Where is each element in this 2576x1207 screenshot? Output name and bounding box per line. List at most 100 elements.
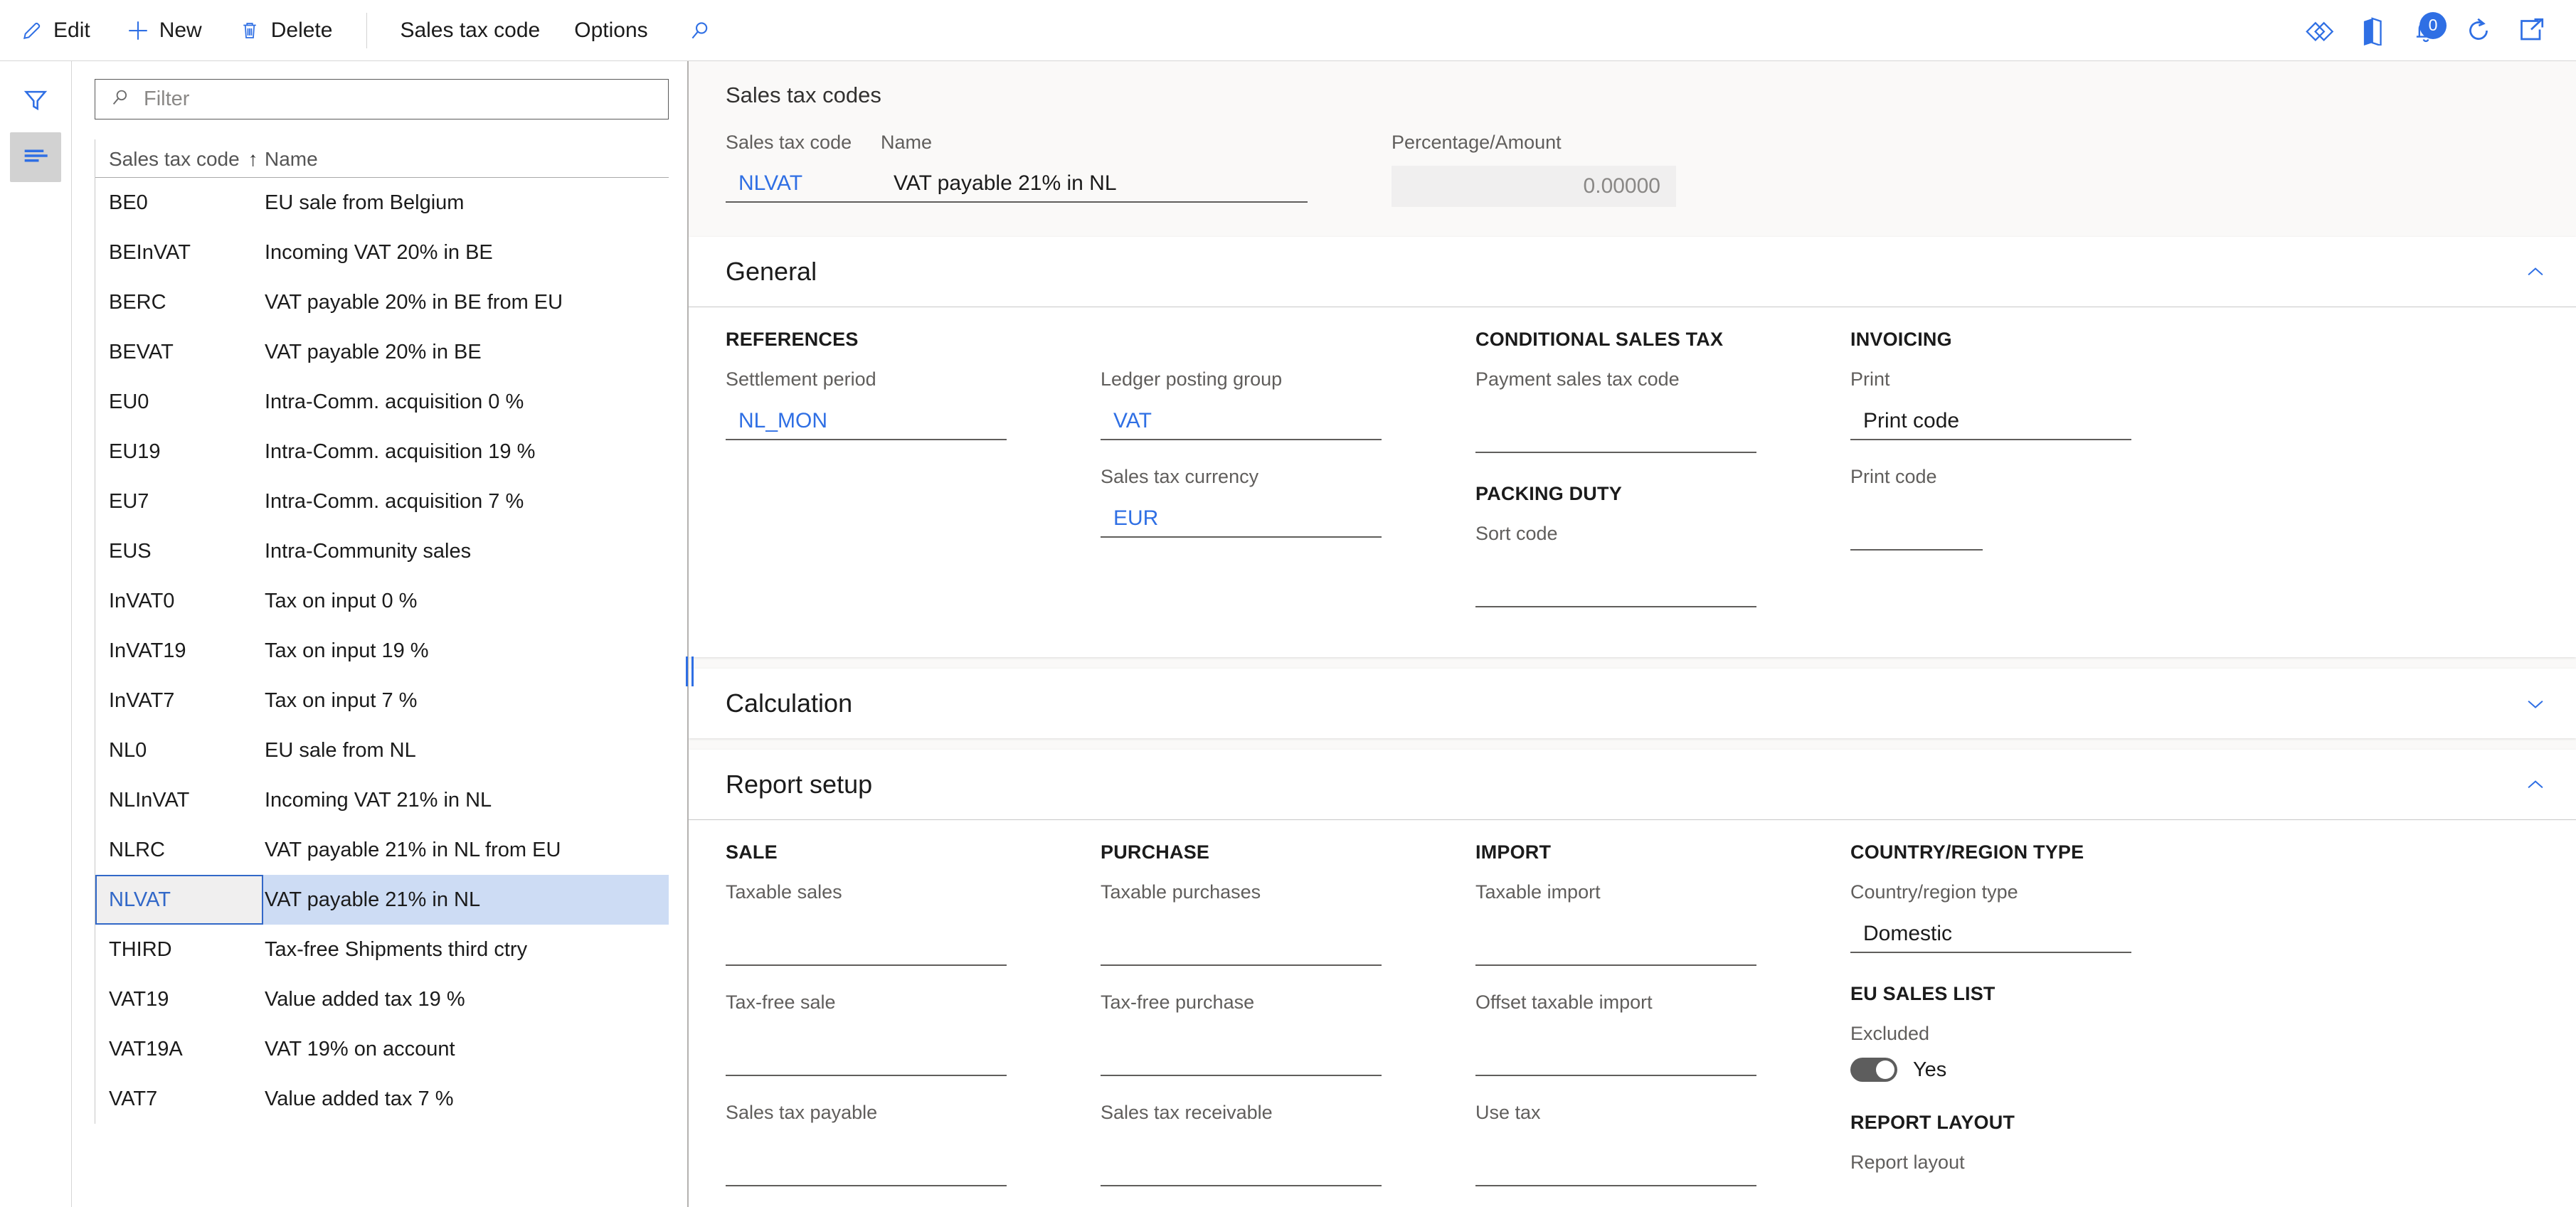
column-header-sales-tax-code[interactable]: Sales tax code ↑ — [95, 148, 263, 171]
field-value[interactable] — [1475, 570, 1756, 607]
field-value[interactable]: EUR — [1101, 501, 1382, 538]
cell-sales-tax-code[interactable]: VAT19A — [95, 1038, 263, 1061]
table-row[interactable]: BE0 EU sale from Belgium — [95, 178, 669, 228]
table-row[interactable]: BERC VAT payable 20% in BE from EU — [95, 277, 669, 327]
rail-list-button[interactable] — [10, 132, 61, 182]
field-value[interactable]: VAT — [1101, 403, 1382, 440]
fasttab-header[interactable]: General — [689, 237, 2576, 307]
new-button[interactable]: New — [110, 9, 218, 53]
book-icon[interactable] — [2347, 8, 2400, 53]
cell-sales-tax-code[interactable]: EUS — [95, 540, 263, 563]
field-value[interactable] — [1475, 1149, 1756, 1186]
cell-name[interactable]: VAT payable 21% in NL — [263, 888, 480, 912]
cell-sales-tax-code[interactable]: BE0 — [95, 191, 263, 215]
table-row[interactable]: NLInVAT Incoming VAT 21% in NL — [95, 775, 669, 825]
table-row[interactable]: InVAT19 Tax on input 19 % — [95, 626, 669, 676]
table-row[interactable]: EU0 Intra-Comm. acquisition 0 % — [95, 377, 669, 427]
field-value[interactable] — [1475, 929, 1756, 966]
field-value[interactable] — [1101, 929, 1382, 966]
cell-sales-tax-code[interactable]: EU19 — [95, 440, 263, 464]
cell-sales-tax-code[interactable]: BEInVAT — [95, 241, 263, 265]
table-row[interactable]: NLVAT VAT payable 21% in NL — [95, 875, 669, 925]
cell-sales-tax-code[interactable]: EU0 — [95, 390, 263, 414]
cell-name[interactable]: Tax on input 7 % — [263, 689, 417, 713]
table-row[interactable]: THIRD Tax-free Shipments third ctry — [95, 925, 669, 974]
field-value[interactable]: NL_MON — [726, 403, 1007, 440]
refresh-icon[interactable] — [2452, 8, 2505, 53]
cell-name[interactable]: Intra-Comm. acquisition 0 % — [263, 390, 524, 414]
cell-name[interactable]: Incoming VAT 20% in BE — [263, 241, 493, 265]
cell-name[interactable]: Incoming VAT 21% in NL — [263, 789, 492, 812]
field-value[interactable] — [726, 1039, 1007, 1076]
cell-sales-tax-code[interactable]: NLRC — [95, 839, 263, 862]
field-value[interactable] — [726, 1149, 1007, 1186]
excluded-toggle[interactable] — [1850, 1058, 1897, 1082]
field-value[interactable]: Print code — [1850, 403, 2131, 440]
table-row[interactable]: VAT19 Value added tax 19 % — [95, 974, 669, 1024]
cell-sales-tax-code[interactable]: VAT7 — [95, 1088, 263, 1111]
filter-input[interactable]: Filter — [95, 79, 669, 119]
menu-options[interactable]: Options — [557, 9, 664, 53]
fasttab-header[interactable]: Report setup — [689, 750, 2576, 819]
cell-name[interactable]: Intra-Comm. acquisition 7 % — [263, 490, 524, 514]
cell-name[interactable]: Tax-free Shipments third ctry — [263, 938, 527, 962]
cell-sales-tax-code[interactable]: InVAT19 — [95, 639, 263, 663]
field-value[interactable] — [1475, 1039, 1756, 1076]
cell-name[interactable]: VAT payable 20% in BE — [263, 341, 482, 364]
cell-name[interactable]: VAT payable 20% in BE from EU — [263, 291, 563, 314]
cell-name[interactable]: EU sale from Belgium — [263, 191, 464, 215]
table-row[interactable]: NL0 EU sale from NL — [95, 725, 669, 775]
rail-filter-button[interactable] — [10, 77, 61, 127]
table-row[interactable]: BEInVAT Incoming VAT 20% in BE — [95, 228, 669, 277]
chevron-up-icon[interactable] — [2525, 777, 2546, 792]
field-value[interactable] — [726, 929, 1007, 966]
delete-button[interactable]: Delete — [222, 9, 349, 53]
menu-sales-tax-code[interactable]: Sales tax code — [383, 9, 557, 53]
table-row[interactable]: BEVAT VAT payable 20% in BE — [95, 327, 669, 377]
cell-sales-tax-code[interactable]: VAT19 — [95, 988, 263, 1011]
cell-sales-tax-code[interactable]: NLVAT — [95, 875, 263, 925]
field-value[interactable]: NLVAT — [726, 166, 881, 203]
cell-sales-tax-code[interactable]: EU7 — [95, 490, 263, 514]
table-row[interactable]: EU19 Intra-Comm. acquisition 19 % — [95, 427, 669, 477]
chevron-down-icon[interactable] — [2525, 696, 2546, 711]
cell-name[interactable]: Value added tax 19 % — [263, 988, 465, 1011]
cell-sales-tax-code[interactable]: THIRD — [95, 938, 263, 962]
pane-splitter-handle[interactable] — [683, 654, 696, 688]
chevron-up-icon[interactable] — [2525, 264, 2546, 280]
field-value[interactable] — [1101, 1149, 1382, 1186]
field-value[interactable] — [1850, 514, 1983, 551]
cell-name[interactable]: EU sale from NL — [263, 739, 416, 762]
cell-name[interactable]: Intra-Comm. acquisition 19 % — [263, 440, 535, 464]
table-row[interactable]: EUS Intra-Community sales — [95, 526, 669, 576]
field-value[interactable] — [1101, 1039, 1382, 1076]
cell-sales-tax-code[interactable]: NLInVAT — [95, 789, 263, 812]
edit-button[interactable]: Edit — [4, 9, 106, 53]
cell-sales-tax-code[interactable]: BEVAT — [95, 341, 263, 364]
search-icon[interactable] — [681, 11, 719, 50]
table-row[interactable]: NLRC VAT payable 21% in NL from EU — [95, 825, 669, 875]
field-value[interactable]: VAT payable 21% in NL — [881, 166, 1308, 203]
table-row[interactable]: EU7 Intra-Comm. acquisition 7 % — [95, 477, 669, 526]
cell-name[interactable]: Value added tax 7 % — [263, 1088, 454, 1111]
cell-sales-tax-code[interactable]: NL0 — [95, 739, 263, 762]
open-in-new-window-icon[interactable] — [2505, 8, 2558, 53]
fasttab-header[interactable]: Calculation — [689, 669, 2576, 738]
column-header-name[interactable]: Name — [263, 148, 318, 171]
cell-name[interactable]: Tax on input 0 % — [263, 590, 417, 613]
cell-name[interactable]: VAT payable 21% in NL from EU — [263, 839, 561, 862]
field-value[interactable]: Domestic — [1850, 916, 2131, 953]
cell-sales-tax-code[interactable]: InVAT7 — [95, 689, 263, 713]
cell-sales-tax-code[interactable]: InVAT0 — [95, 590, 263, 613]
table-row[interactable]: VAT7 Value added tax 7 % — [95, 1074, 669, 1124]
table-row[interactable]: InVAT0 Tax on input 0 % — [95, 576, 669, 626]
cell-name[interactable]: Intra-Community sales — [263, 540, 471, 563]
notification-bell-icon[interactable]: 0 — [2400, 8, 2452, 53]
cell-sales-tax-code[interactable]: BERC — [95, 291, 263, 314]
diamond-icon[interactable] — [2294, 8, 2347, 53]
table-row[interactable]: VAT19A VAT 19% on account — [95, 1024, 669, 1074]
field-value[interactable] — [1475, 416, 1756, 453]
table-row[interactable]: InVAT7 Tax on input 7 % — [95, 676, 669, 725]
cell-name[interactable]: VAT 19% on account — [263, 1038, 455, 1061]
cell-name[interactable]: Tax on input 19 % — [263, 639, 429, 663]
